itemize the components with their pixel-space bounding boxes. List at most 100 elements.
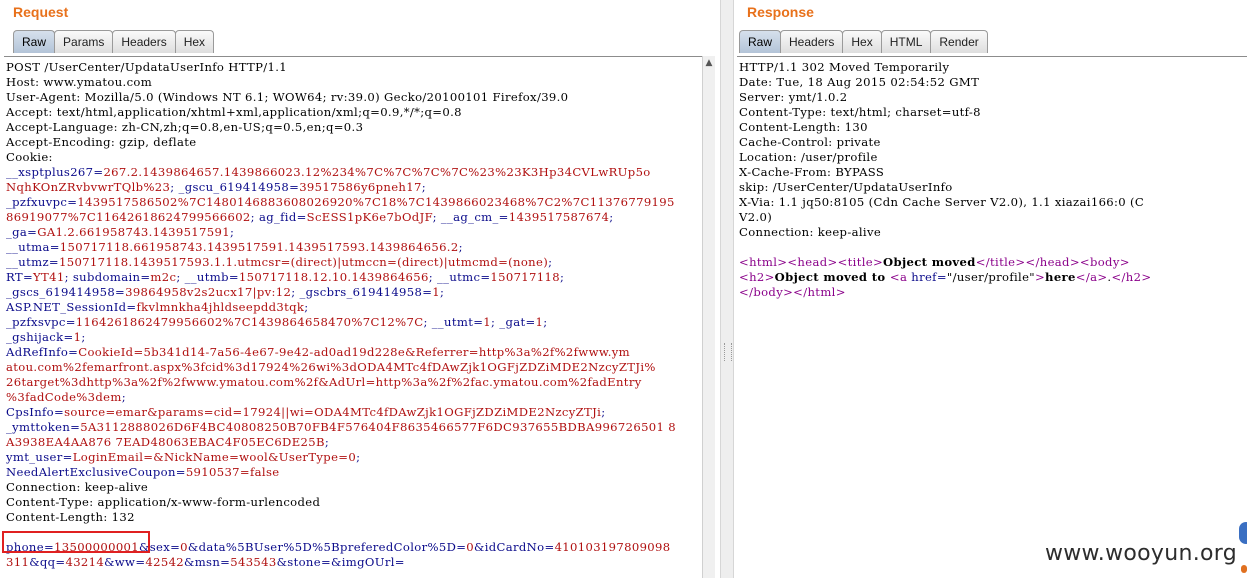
response-editor[interactable]: HTTP/1.1 302 Moved Temporarily Date: Tue,… <box>737 56 1247 578</box>
code-token: & <box>474 540 485 554</box>
code-token: __utma= <box>6 240 60 254</box>
code-token: YT41 <box>33 270 65 284</box>
header-line: Host: www.ymatou.com <box>6 75 153 89</box>
cookie-line: _ga=GA1.2.661958743.1439517591; <box>6 225 715 240</box>
header-line: X-Via: 1.1 jq50:8105 (Cdn Cache Server V… <box>739 195 1145 209</box>
code-token: sex= <box>149 540 181 554</box>
tab-hex[interactable]: Hex <box>174 30 215 53</box>
request-panel: Request Raw Params Headers Hex POST /Use… <box>0 0 720 578</box>
response-raw-text: HTTP/1.1 302 Moved Temporarily Date: Tue,… <box>737 57 1247 300</box>
code-token: 43214 <box>65 555 105 569</box>
code-token: ; <box>356 450 361 464</box>
header-line: Connection: keep-alive <box>6 480 149 494</box>
code-token: 5910537=false <box>185 465 280 479</box>
code-token: 5A3112888026D6F4BC40808250B70FB4F576404F… <box>80 420 677 434</box>
code-token: 1 <box>432 285 441 299</box>
code-token: ; <box>609 210 614 224</box>
code-token: ; _gscu_619414958= <box>170 180 300 194</box>
cookie-line: 26target%3dhttp%3a%2f%2fwww.ymatou.com%2… <box>6 375 715 390</box>
cookie-line: ASP.NET_SessionId=fkvlmnkha4jhldseepdd3t… <box>6 300 715 315</box>
code-token: 0 <box>466 540 475 554</box>
code-token: <html> <box>739 255 788 269</box>
tab-headers[interactable]: Headers <box>780 30 844 53</box>
tab-params[interactable]: Params <box>54 30 114 53</box>
code-token: 311 <box>6 555 30 569</box>
code-token: ; <box>121 390 126 404</box>
code-token: 1439517586502%7C1480146883608026920%7C18… <box>77 195 675 209</box>
tab-html[interactable]: HTML <box>880 30 932 53</box>
code-token: </body> <box>739 285 794 299</box>
code-token: fkvlmnkha4jhldseepdd3tqk <box>136 300 305 314</box>
cookie-line: 86919077%7C11642618624799566602; ag_fid=… <box>6 210 715 225</box>
code-token: ; <box>559 270 565 284</box>
code-token: A3938EA4AA876 7EAD48063EBAC4F05EC6DE25B <box>6 435 325 449</box>
cookie-line: ymt_user=LoginEmail=&NickName=wool&UserT… <box>6 450 715 465</box>
floating-widget-icon-2 <box>1241 565 1247 573</box>
response-tabs: Raw Headers Hex HTML Render <box>739 30 988 53</box>
code-token: 39864958v2s2ucx17|pv:12 <box>125 285 292 299</box>
code-token: 150717118.1439517593.1.1.utmcsr=(direct)… <box>59 255 549 269</box>
code-token: Object moved <box>883 255 976 269</box>
code-token: ; <box>324 435 330 449</box>
code-token: NqhKOnZRvbvwrTQlb%23 <box>6 180 171 194</box>
tab-render[interactable]: Render <box>930 30 988 53</box>
code-token: Object moved to <box>774 270 890 284</box>
header-line: Content-Length: 130 <box>739 120 868 134</box>
request-title: Request <box>13 4 69 20</box>
code-token: </h2> <box>1111 270 1152 284</box>
header-line: POST /UserCenter/UpdataUserInfo HTTP/1.1 <box>6 60 288 74</box>
code-token: </a> <box>1075 270 1108 284</box>
header-line: Connection: keep-alive <box>739 225 882 239</box>
cookie-line: __utma=150717118.661958743.1439517591.14… <box>6 240 715 255</box>
cookie-line: _pzfxsvpc=1164261862479956602%7C14398646… <box>6 315 715 330</box>
html-line: <html><head><title>Object moved</title><… <box>739 255 1247 270</box>
code-token: href= <box>911 270 947 284</box>
header-line: Accept-Encoding: gzip, deflate <box>6 135 197 149</box>
code-token: ; <box>81 330 86 344</box>
code-token: __xsptplus267= <box>6 165 104 179</box>
request-scrollbar[interactable]: ▲ <box>702 56 715 578</box>
drag-handle-icon[interactable] <box>724 343 732 361</box>
code-token: _ymttoken= <box>6 420 81 434</box>
code-token: & <box>276 555 288 569</box>
code-token: _pzfxsvpc= <box>6 315 76 329</box>
code-token: & <box>187 540 199 554</box>
floating-widget-icon[interactable] <box>1239 522 1247 544</box>
header-line: Accept: text/html,application/xhtml+xml,… <box>6 105 462 119</box>
code-token: idCardNo= <box>484 540 555 554</box>
tab-headers[interactable]: Headers <box>112 30 176 53</box>
header-line: Location: /user/profile <box>739 150 878 164</box>
code-token: 39517586y6pneh17 <box>299 180 422 194</box>
header-line: skip: /UserCenter/UpdataUserInfo <box>739 180 953 194</box>
tab-raw[interactable]: Raw <box>739 30 782 53</box>
watermark: www.wooyun.org <box>1044 541 1237 566</box>
cookie-line: %3fadCode%3dem; <box>6 390 715 405</box>
tab-hex[interactable]: Hex <box>842 30 882 53</box>
code-token: _gshijack= <box>6 330 74 344</box>
code-token: 543543 <box>230 555 277 569</box>
tab-raw[interactable]: Raw <box>13 30 56 53</box>
code-token: & <box>104 555 115 569</box>
request-editor[interactable]: POST /UserCenter/UpdataUserInfo HTTP/1.1… <box>4 56 715 578</box>
code-token: ; <box>548 255 553 269</box>
request-tabs: Raw Params Headers Hex <box>13 30 215 53</box>
code-token: 150717118.661958743.1439517591.143951759… <box>59 240 459 254</box>
request-raw-text: POST /UserCenter/UpdataUserInfo HTTP/1.1… <box>4 57 715 570</box>
scroll-up-icon[interactable]: ▲ <box>703 56 715 70</box>
code-token: 267.2.1439864657.1439866023.12%234%7C%7C… <box>103 165 651 179</box>
code-token: ; _gscbrs_619414958= <box>291 285 433 299</box>
cookie-line: AdRefInfo=CookieId=5b341d14-7a56-4e67-9e… <box>6 345 715 360</box>
code-token: ASP.NET_SessionId= <box>6 300 137 314</box>
code-token: here <box>1045 270 1076 284</box>
code-token: 150717118.12.10.1439864656 <box>238 270 429 284</box>
code-token: imgOUrl= <box>341 555 405 569</box>
code-token: </title> <box>975 255 1026 269</box>
code-token: </head> <box>1025 255 1080 269</box>
code-token: ; _gat= <box>491 315 536 329</box>
split-divider[interactable] <box>720 0 734 578</box>
code-token: ; __utmb= <box>176 270 239 284</box>
code-token: ; <box>304 300 309 314</box>
code-token: RT= <box>6 270 34 284</box>
code-token: > <box>1034 270 1046 284</box>
